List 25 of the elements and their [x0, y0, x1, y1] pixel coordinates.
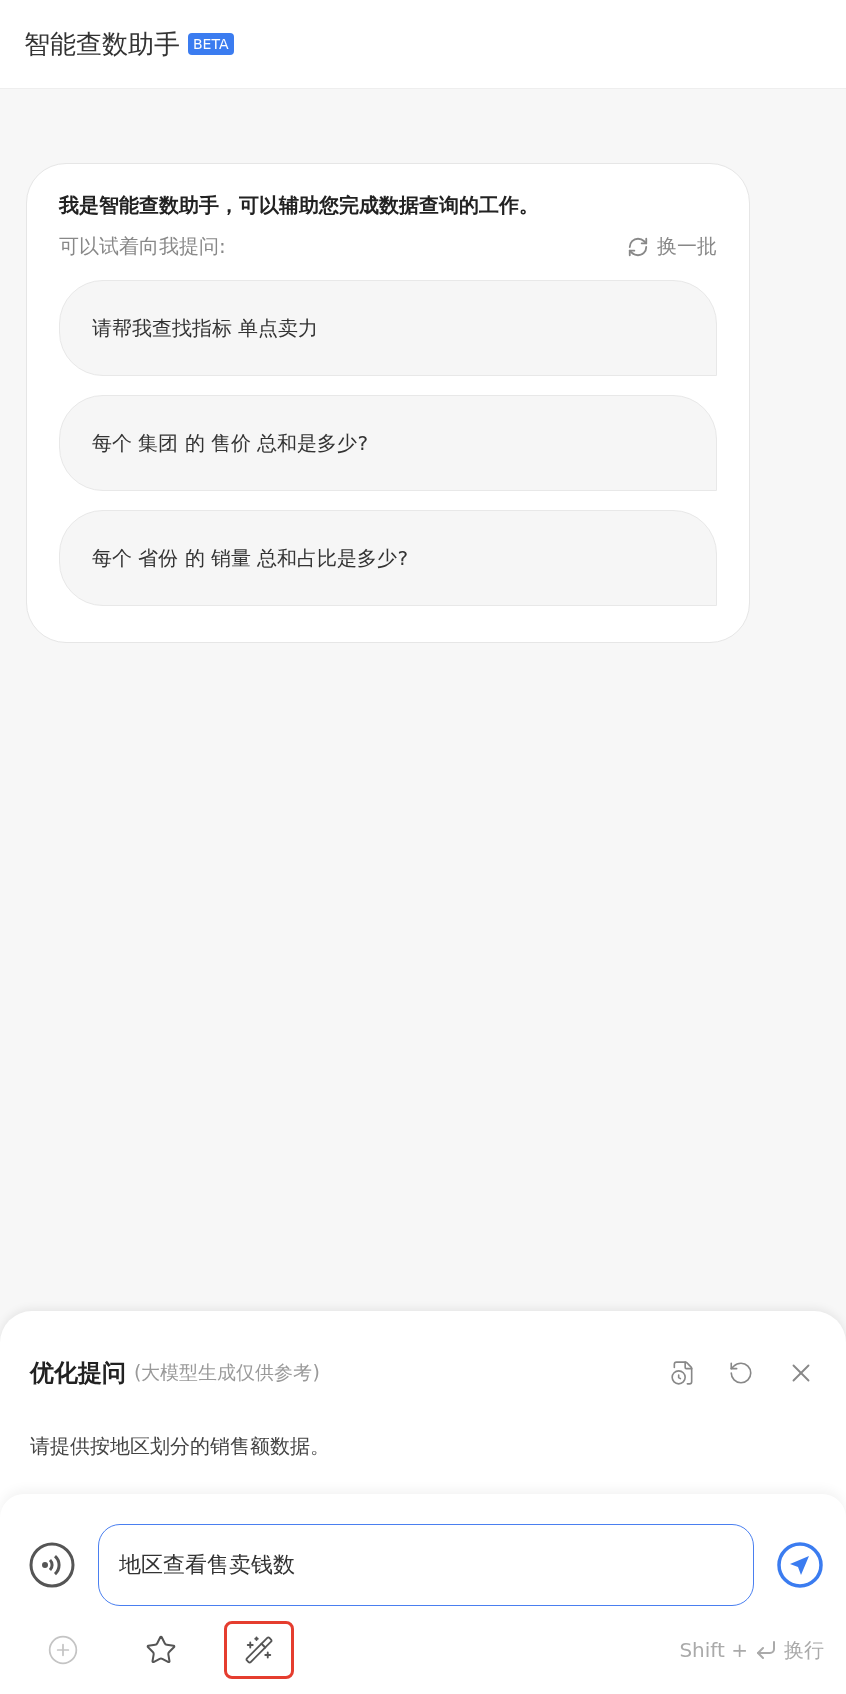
- add-icon: [47, 1634, 79, 1666]
- voice-icon: [28, 1541, 76, 1589]
- send-icon: [776, 1541, 824, 1589]
- enter-icon: [754, 1638, 778, 1662]
- newline-hint: 换行: [784, 1636, 824, 1664]
- welcome-title: 我是智能查数助手，可以辅助您完成数据查询的工作。: [59, 192, 540, 219]
- beta-badge: BETA: [188, 33, 234, 55]
- send-button[interactable]: [776, 1541, 824, 1589]
- app-title: 智能查数助手: [24, 27, 180, 61]
- optimize-tool-button[interactable]: [224, 1621, 294, 1679]
- panel-title: 优化提问: [30, 1358, 126, 1389]
- shift-hint: Shift +: [679, 1638, 748, 1662]
- suggestion-button[interactable]: 请帮我查找指标 单点卖力: [59, 280, 717, 376]
- suggestion-button[interactable]: 每个 集团 的 售价 总和是多少?: [59, 395, 717, 491]
- question-input[interactable]: 地区查看售卖钱数: [98, 1524, 754, 1606]
- retry-icon: [728, 1360, 754, 1386]
- voice-button[interactable]: [28, 1541, 76, 1589]
- retry-button[interactable]: [728, 1360, 754, 1386]
- suggestion-button[interactable]: 每个 省份 的 销量 总和占比是多少?: [59, 510, 717, 606]
- refresh-icon: [627, 235, 649, 258]
- refresh-button[interactable]: 换一批: [627, 233, 717, 260]
- star-icon: [145, 1634, 177, 1666]
- panel-subtitle: (大模型生成仅供参考): [134, 1360, 321, 1385]
- prompt-label: 可以试着向我提问:: [59, 233, 226, 260]
- optimized-question[interactable]: 请提供按地区划分的销售额数据。: [0, 1395, 846, 1494]
